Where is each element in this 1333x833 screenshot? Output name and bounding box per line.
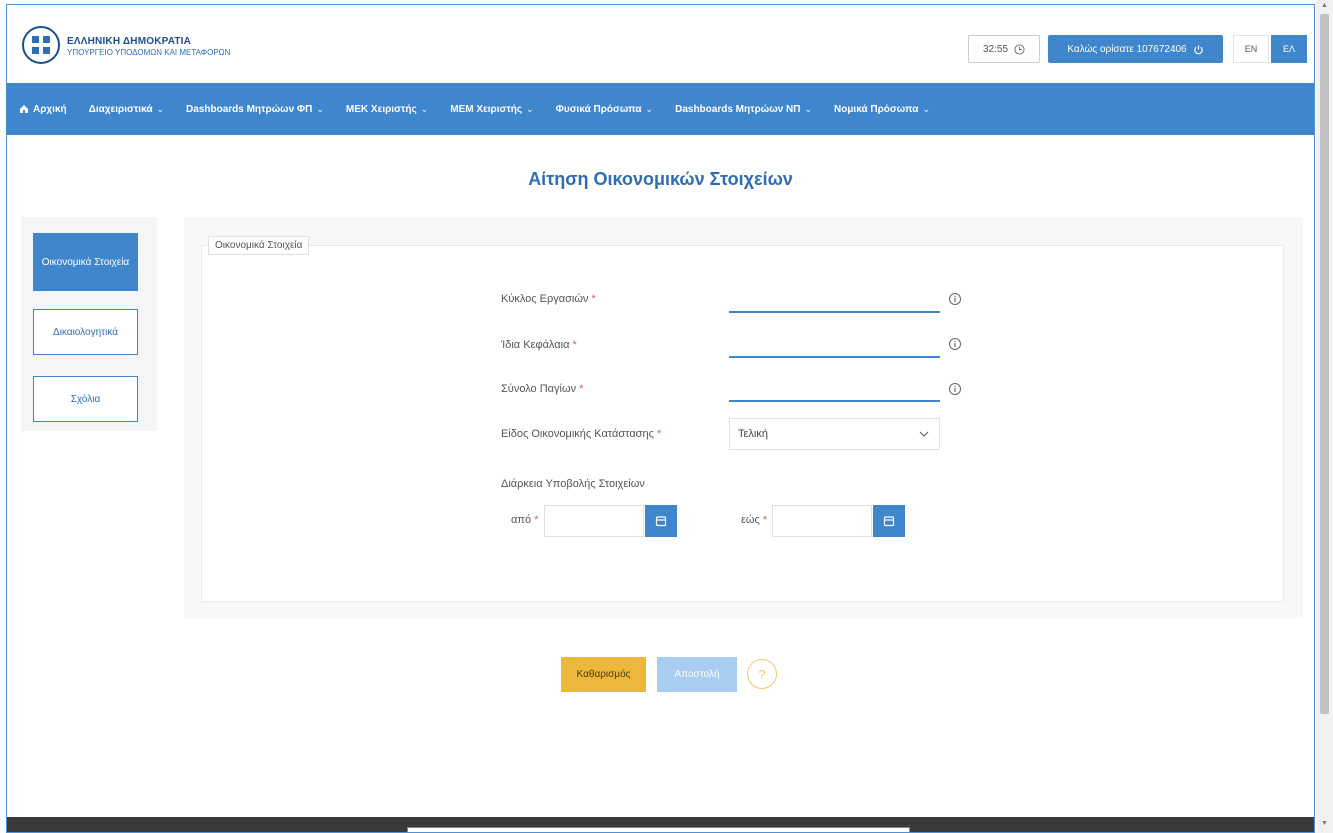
nav-label: Διαχειριστικά <box>88 103 153 115</box>
sidebar: Οικονομικά Στοιχεία Δικαιολογητικά Σχόλι… <box>21 217 157 431</box>
scroll-up-arrow[interactable]: ▲ <box>1320 2 1329 9</box>
chevron-down-icon: ⌄ <box>526 103 534 114</box>
app-frame: ΕΛΛΗΝΙΚΗ ΔΗΜΟΚΡΑΤΙΑ ΥΠΟΥΡΓΕΙΟ ΥΠΟΔΟΜΩΝ Κ… <box>6 4 1315 833</box>
required-mark: * <box>534 514 539 526</box>
nav-item-dashboards-np[interactable]: Dashboards Μητρώων ΝΠ ⌄ <box>675 104 812 115</box>
welcome-text: Καλώς ορίσατε 107672406 <box>1067 43 1187 55</box>
chevron-down-icon: ⌄ <box>420 103 429 114</box>
chevron-down-icon: ⌄ <box>156 103 165 114</box>
statement-type-label-text: Είδος Οικονομικής Κατάστασης <box>501 428 654 440</box>
nav-item-admin[interactable]: Διαχειριστικά ⌄ <box>89 104 164 115</box>
equity-label-text: Ίδια Κεφάλαια <box>501 339 570 351</box>
turnover-label: Κύκλος Εργασιών * <box>501 293 596 305</box>
home-icon <box>20 105 28 113</box>
nav-label: Dashboards Μητρώων ΝΠ <box>675 103 801 115</box>
session-timer-value: 32:55 <box>982 43 1009 55</box>
help-button[interactable]: ? <box>747 659 777 689</box>
date-from-input[interactable] <box>544 505 644 537</box>
nav-item-home[interactable]: Αρχική <box>19 104 67 115</box>
nav-label: Φυσικά Πρόσωπα <box>555 103 642 115</box>
chevron-down-icon: ⌄ <box>804 103 812 114</box>
from-label-text: από <box>511 514 532 526</box>
from-label: από * <box>511 514 538 526</box>
to-label: εώς * <box>741 514 767 526</box>
chevron-down-icon <box>919 431 929 437</box>
turnover-label-text: Κύκλος Εργασιών <box>501 293 589 305</box>
chevron-down-icon: ⌄ <box>922 103 930 114</box>
required-mark: * <box>656 428 662 440</box>
logo-subtitle: ΥΠΟΥΡΓΕΙΟ ΥΠΟΔΟΜΩΝ ΚΑΙ ΜΕΤΑΦΟΡΩΝ <box>67 48 231 57</box>
sidebar-item-financial-data[interactable]: Οικονομικά Στοιχεία <box>33 233 138 291</box>
nav-label: Νομικά Πρόσωπα <box>833 103 919 115</box>
nav-item-mek[interactable]: ΜΕΚ Χειριστής ⌄ <box>346 104 428 115</box>
logo-title: ΕΛΛΗΝΙΚΗ ΔΗΜΟΚΡΑΤΙΑ <box>67 36 192 47</box>
equity-input[interactable] <box>729 338 940 358</box>
to-label-text: εώς <box>741 514 760 526</box>
nav-item-mem[interactable]: ΜΕΜ Χειριστής ⌄ <box>450 104 533 115</box>
required-mark: * <box>762 514 768 526</box>
calendar-icon <box>655 516 667 527</box>
fieldset-legend: Οικονομικά Στοιχεία <box>208 236 310 255</box>
session-timer: 32:55 <box>968 35 1040 63</box>
clear-button[interactable]: Καθαρισμός <box>561 657 646 692</box>
turnover-input[interactable] <box>729 293 940 313</box>
info-icon[interactable] <box>948 292 962 306</box>
date-from-picker-button[interactable] <box>645 505 677 537</box>
footer-box <box>407 827 910 832</box>
required-mark: * <box>579 383 584 395</box>
header: ΕΛΛΗΝΙΚΗ ΔΗΜΟΚΡΑΤΙΑ ΥΠΟΥΡΓΕΙΟ ΥΠΟΔΟΜΩΝ Κ… <box>7 5 1314 83</box>
form-panel: Οικονομικά Στοιχεία Κύκλος Εργασιών * Ίδ… <box>184 217 1303 618</box>
logo-text: ΕΛΛΗΝΙΚΗ ΔΗΜΟΚΡΑΤΙΑ ΥΠΟΥΡΓΕΙΟ ΥΠΟΔΟΜΩΝ Κ… <box>67 36 230 58</box>
scroll-thumb[interactable] <box>1320 14 1329 714</box>
fixed-assets-label-text: Σύνολο Παγίων <box>501 383 577 395</box>
date-to-input[interactable] <box>772 505 872 537</box>
date-to-picker-button[interactable] <box>873 505 905 537</box>
sidebar-item-documents[interactable]: Δικαιολογητικά <box>33 309 138 355</box>
nav-item-dashboards-fp[interactable]: Dashboards Μητρώων ΦΠ ⌄ <box>186 104 324 115</box>
nav-label: ΜΕΚ Χειριστής <box>345 103 417 115</box>
footer-bar <box>7 817 1314 832</box>
nav-label: Αρχική <box>33 103 67 115</box>
nav-item-legal-persons[interactable]: Νομικά Πρόσωπα ⌄ <box>834 104 930 115</box>
sidebar-item-comments[interactable]: Σχόλια <box>33 376 138 422</box>
statement-type-value: Τελική <box>738 428 768 440</box>
period-label: Διάρκεια Υποβολής Στοιχείων <box>501 478 645 490</box>
greek-emblem-logo <box>22 26 60 64</box>
info-icon[interactable] <box>948 382 962 396</box>
financial-fieldset: Οικονομικά Στοιχεία Κύκλος Εργασιών * Ίδ… <box>201 236 1284 602</box>
required-mark: * <box>572 339 577 351</box>
page-title: Αίτηση Οικονομικών Στοιχείων <box>528 169 793 189</box>
fixed-assets-input[interactable] <box>729 382 940 402</box>
fixed-assets-label: Σύνολο Παγίων * <box>501 383 583 395</box>
equity-label: Ίδια Κεφάλαια * <box>501 339 577 351</box>
page-scrollbar[interactable]: ▲ ▼ <box>1316 0 1333 833</box>
nav-label: Dashboards Μητρώων ΦΠ <box>186 103 313 115</box>
language-el-button[interactable]: ΕΛ <box>1271 35 1307 63</box>
main-nav: Αρχική Διαχειριστικά ⌄ Dashboards Μητρώω… <box>7 83 1314 135</box>
language-en-button[interactable]: EN <box>1233 35 1269 63</box>
logout-button[interactable]: Καλώς ορίσατε 107672406 <box>1048 35 1223 63</box>
power-icon <box>1193 44 1203 54</box>
required-mark: * <box>591 293 596 305</box>
nav-item-natural-persons[interactable]: Φυσικά Πρόσωπα ⌄ <box>556 104 653 115</box>
scroll-down-arrow[interactable]: ▼ <box>1320 820 1329 827</box>
chevron-down-icon: ⌄ <box>645 103 654 114</box>
statement-type-select[interactable]: Τελική <box>729 418 940 450</box>
clock-icon <box>1014 43 1025 55</box>
statement-type-label: Είδος Οικονομικής Κατάστασης * <box>501 428 661 440</box>
submit-button[interactable]: Αποστολή <box>657 657 737 692</box>
info-icon[interactable] <box>948 337 962 351</box>
chevron-down-icon: ⌄ <box>316 103 324 114</box>
calendar-icon <box>883 516 895 527</box>
nav-label: ΜΕΜ Χειριστής <box>450 103 523 115</box>
